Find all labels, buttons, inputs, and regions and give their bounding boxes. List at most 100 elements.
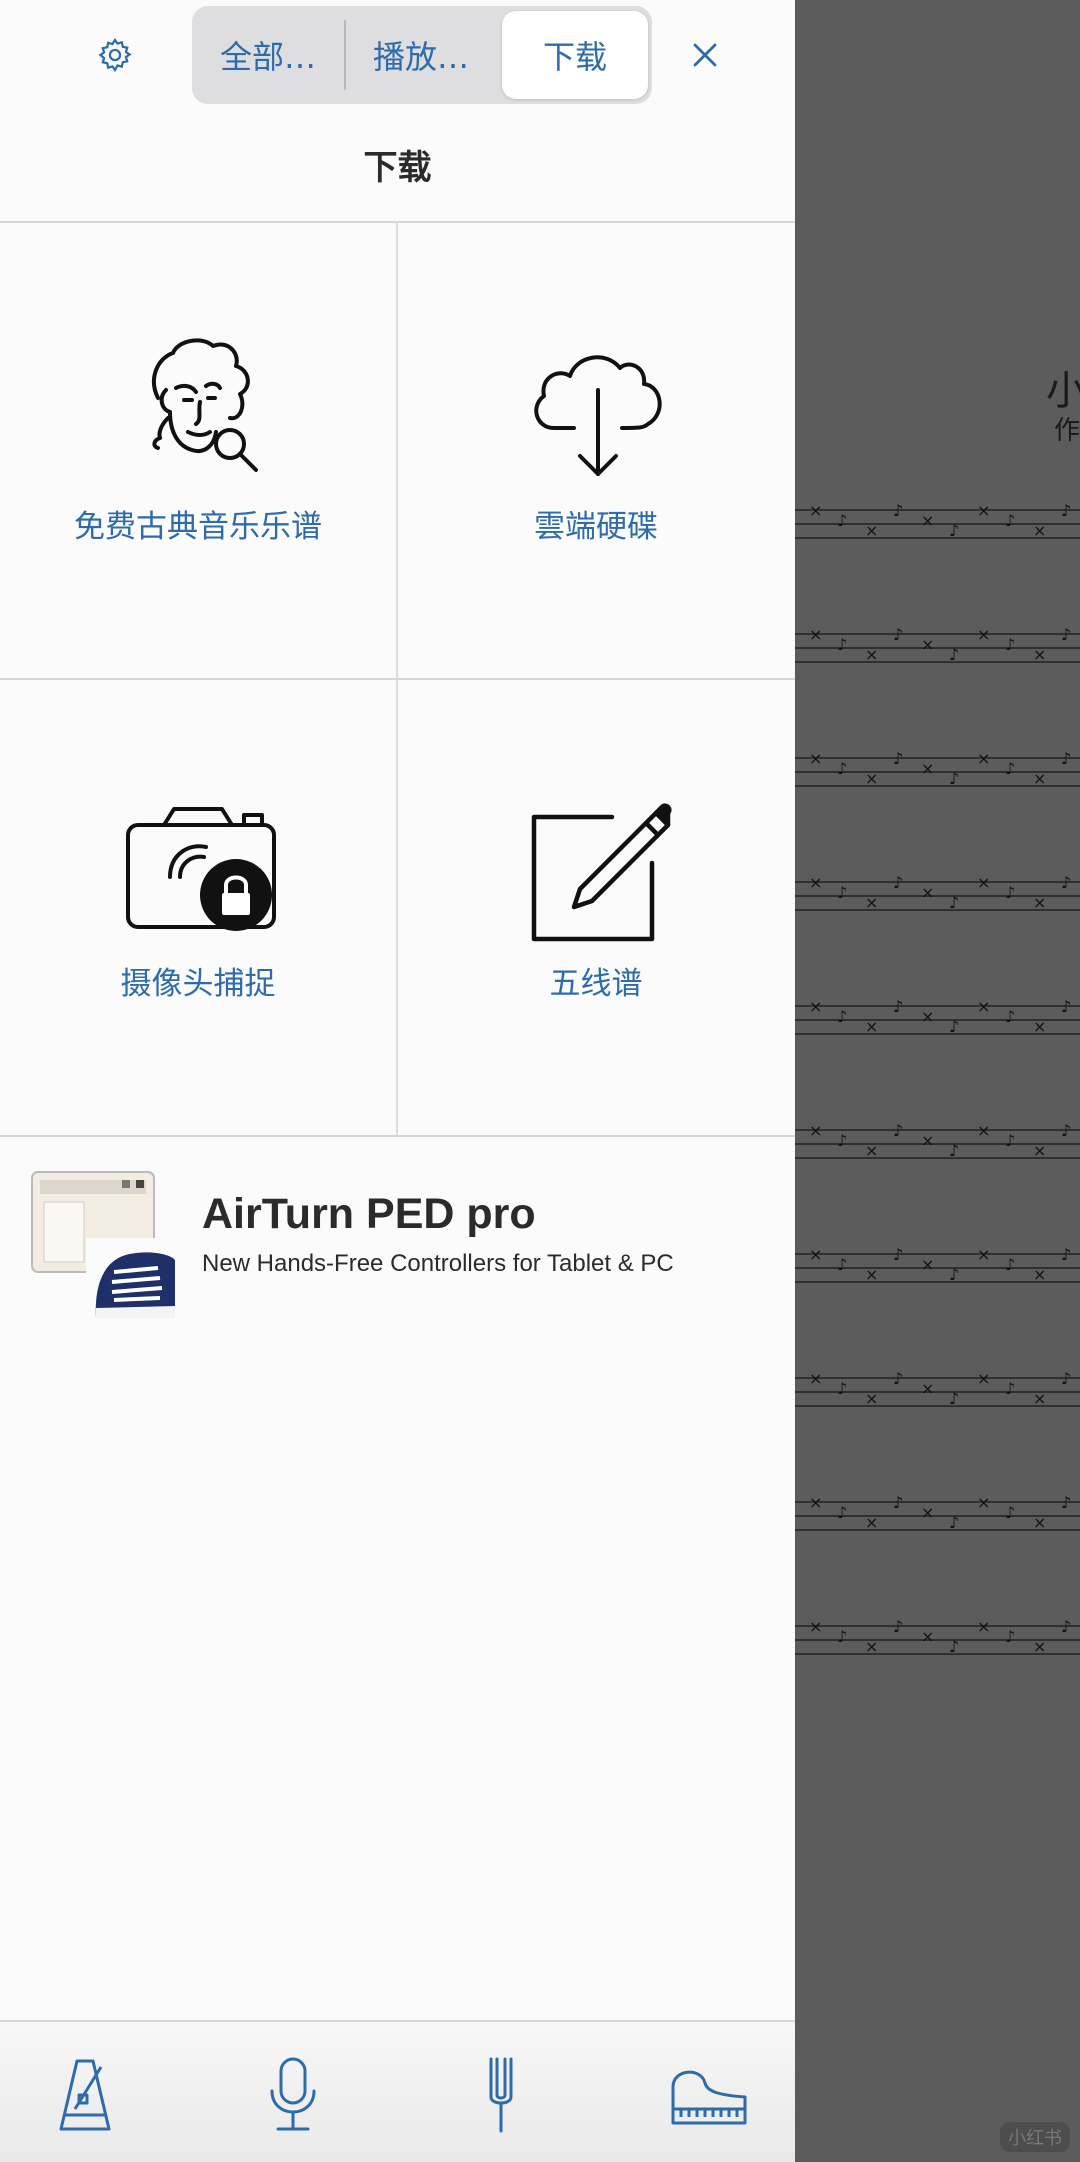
note-glyph: ♪ — [949, 1389, 959, 1408]
note-glyph: ♪ — [1061, 997, 1071, 1016]
segment-playlists[interactable]: 播放… — [344, 20, 496, 90]
note-glyph: ♪ — [949, 521, 959, 540]
metronome-button[interactable] — [40, 2050, 130, 2140]
note-glyph: ♪ — [893, 1493, 903, 1512]
gear-icon — [98, 37, 132, 73]
note-glyph: × — [809, 749, 822, 768]
ad-title: AirTurn PED pro — [202, 1190, 536, 1238]
note-glyph: ♪ — [1061, 1245, 1071, 1264]
score-title-fragment: 小 — [1046, 368, 1080, 414]
note-glyph: ♪ — [1061, 749, 1071, 768]
close-button[interactable] — [680, 30, 730, 80]
microphone-icon — [270, 2057, 316, 2131]
note-glyph: × — [977, 1493, 990, 1512]
note-glyph: ♪ — [837, 1627, 847, 1646]
note-glyph: × — [1033, 1513, 1046, 1532]
note-glyph: ♪ — [893, 1121, 903, 1140]
ad-subtitle: New Hands-Free Controllers for Tablet & … — [202, 1250, 674, 1277]
tuner-button[interactable] — [456, 2050, 546, 2140]
tuning-fork-icon — [489, 2057, 513, 2133]
settings-button[interactable] — [90, 30, 140, 80]
divider — [0, 1135, 795, 1137]
note-glyph: × — [865, 645, 878, 664]
note-glyph: ♪ — [1005, 1627, 1015, 1646]
tile-label: 免费古典音乐乐谱 — [74, 509, 322, 545]
note-glyph: ♪ — [893, 873, 903, 892]
note-glyph: ♪ — [949, 769, 959, 788]
segmented-control: 全部… 播放… 下载 — [192, 6, 652, 104]
note-glyph: × — [921, 759, 934, 778]
note-glyph: × — [921, 883, 934, 902]
note-glyph: × — [1033, 1389, 1046, 1408]
music-staves: × ♪ × ♪ × ♪ × ♪ × ♪ × ♪ × ♪ × ♪ × ♪ × ♪ × ♪ × ♪ × ♪ × ♪ × ♪ × ♪ × ♪ × ♪ × ♪ × ♪… — [795, 501, 1080, 1656]
note-glyph: × — [921, 1503, 934, 1522]
download-panel: 全部… 播放… 下载 下载 免费古典音乐乐谱 雲端硬碟 摄像头捕捉 五线谱 Ai… — [0, 0, 795, 2162]
edit-pencil-icon — [511, 780, 681, 950]
note-glyph: ♪ — [1005, 635, 1015, 654]
note-glyph: × — [977, 1617, 990, 1636]
note-glyph: ♪ — [1061, 1493, 1071, 1512]
piano-icon — [671, 2070, 747, 2125]
note-glyph: × — [1033, 1017, 1046, 1036]
note-glyph: × — [921, 1379, 934, 1398]
note-glyph: × — [921, 635, 934, 654]
airturn-ad-banner[interactable]: AirTurn PED pro New Hands-Free Controlle… — [30, 1168, 770, 1318]
note-glyph: ♪ — [1061, 501, 1071, 520]
note-glyph: × — [921, 1627, 934, 1646]
tile-free-classical-scores[interactable]: 免费古典音乐乐谱 — [0, 223, 396, 678]
note-glyph: × — [809, 1493, 822, 1512]
note-glyph: ♪ — [1005, 883, 1015, 902]
segment-all[interactable]: 全部… — [192, 6, 344, 104]
page-title: 下载 — [363, 148, 432, 188]
note-glyph: ♪ — [893, 501, 903, 520]
note-glyph: × — [1033, 521, 1046, 540]
composer-search-icon — [113, 323, 283, 493]
note-glyph: ♪ — [1061, 873, 1071, 892]
tile-cloud-drive[interactable]: 雲端硬碟 — [398, 223, 794, 678]
note-glyph: × — [977, 501, 990, 520]
note-glyph: × — [977, 1369, 990, 1388]
tile-staff-editor[interactable]: 五线谱 — [398, 680, 794, 1135]
note-glyph: ♪ — [837, 759, 847, 778]
bottom-toolbar — [0, 2020, 795, 2162]
note-glyph: × — [865, 1265, 878, 1284]
note-glyph: × — [809, 997, 822, 1016]
note-glyph: × — [865, 521, 878, 540]
note-glyph: ♪ — [1005, 511, 1015, 530]
note-glyph: × — [977, 625, 990, 644]
note-glyph: ♪ — [837, 635, 847, 654]
note-glyph: × — [977, 1121, 990, 1140]
note-glyph: × — [977, 1245, 990, 1264]
note-glyph: × — [865, 1017, 878, 1036]
top-bar: 全部… 播放… 下载 — [0, 0, 795, 110]
note-glyph: ♪ — [1005, 759, 1015, 778]
note-glyph: ♪ — [837, 511, 847, 530]
note-glyph: ♪ — [837, 1007, 847, 1026]
piano-button[interactable] — [664, 2050, 754, 2140]
note-glyph: ♪ — [1061, 625, 1071, 644]
tile-camera-capture[interactable]: 摄像头捕捉 — [0, 680, 396, 1135]
note-glyph: × — [1033, 645, 1046, 664]
note-glyph: ♪ — [837, 1379, 847, 1398]
cloud-download-icon — [511, 323, 681, 493]
note-glyph: ♪ — [949, 893, 959, 912]
note-glyph: × — [865, 1513, 878, 1532]
note-glyph: × — [809, 1121, 822, 1140]
note-glyph: ♪ — [837, 1131, 847, 1150]
sneaker-pedal-image — [30, 1168, 175, 1318]
sheet-music-background: 小 作 × ♪ × ♪ × ♪ × ♪ × ♪ × ♪ × ♪ × ♪ × ♪ × ♪ × ♪ × ♪ × ♪ × ♪ × ♪ × ♪ × ♪ × ♪… — [795, 0, 1080, 2160]
note-glyph: ♪ — [949, 1141, 959, 1160]
note-glyph: × — [809, 873, 822, 892]
note-glyph: ♪ — [1005, 1503, 1015, 1522]
score-composer-fragment: 作 — [1053, 416, 1080, 446]
note-glyph: ♪ — [1005, 1379, 1015, 1398]
segment-download[interactable]: 下载 — [502, 11, 648, 99]
note-glyph: ♪ — [949, 1513, 959, 1532]
note-glyph: × — [977, 997, 990, 1016]
microphone-button[interactable] — [248, 2050, 338, 2140]
note-glyph: × — [977, 873, 990, 892]
note-glyph: × — [809, 501, 822, 520]
watermark: 小红书 — [1000, 2122, 1070, 2152]
note-glyph: ♪ — [893, 749, 903, 768]
note-glyph: ♪ — [893, 997, 903, 1016]
